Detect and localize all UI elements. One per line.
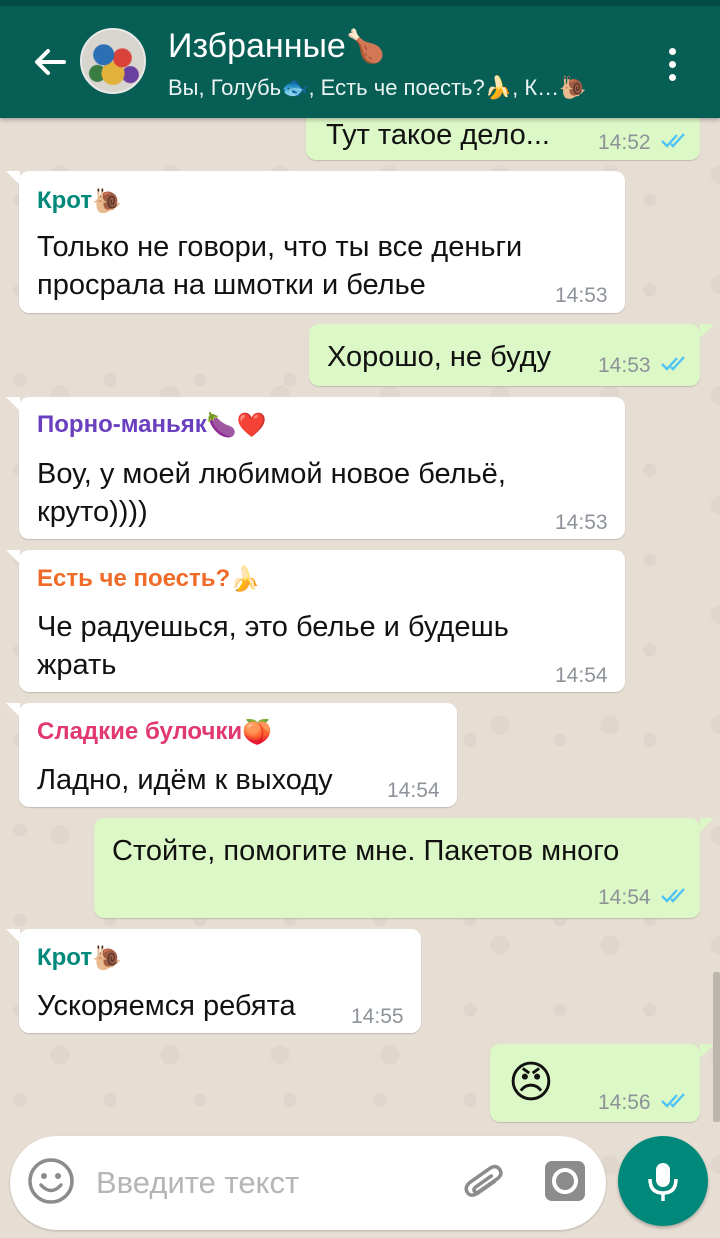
message-incoming[interactable]: Порно-маньяк🍆❤️ Воу, у моей любимой ново… — [19, 397, 625, 539]
sender-name: Есть че поесть?🍌 — [37, 565, 261, 593]
sender-name: Порно-маньяк🍆❤️ — [37, 411, 267, 439]
message-outgoing[interactable]: Хорошо, не буду 14:53 — [309, 324, 700, 386]
scrollbar[interactable] — [713, 972, 720, 1122]
message-incoming[interactable]: Крот🐌 Только не говори, что ты все деньг… — [19, 171, 625, 313]
message-outgoing[interactable]: Стойте, помогите мне. Пакетов много 14:5… — [94, 818, 700, 918]
attach-icon[interactable] — [460, 1158, 510, 1208]
message-text: Ладно, идём к выходу — [37, 764, 333, 796]
message-input[interactable]: Введите текст — [96, 1164, 299, 1202]
message-time: 14:56 — [598, 1091, 651, 1114]
bubble-tail — [6, 550, 20, 564]
bubble-tail — [6, 929, 20, 943]
message-time: 14:52 — [598, 131, 651, 154]
camera-icon[interactable] — [542, 1158, 588, 1204]
message-outgoing[interactable]: 😠 14:56 — [490, 1044, 700, 1122]
emoji-icon[interactable] — [26, 1156, 76, 1206]
message-text: Хорошо, не буду — [327, 341, 552, 373]
message-text: Стойте, помогите мне. Пакетов много — [112, 835, 620, 867]
bubble-tail — [700, 818, 714, 832]
message-time: 14:54 — [598, 886, 651, 909]
read-receipt-icon — [661, 1093, 685, 1108]
message-text: Ускоряемся ребята — [37, 990, 296, 1022]
message-text: Воу, у моей любимой новое бельё, — [37, 458, 506, 490]
read-receipt-icon — [661, 356, 685, 371]
message-text: Че радуешься, это белье и будешь — [37, 611, 509, 643]
message-text: жрать — [37, 649, 117, 681]
back-arrow-icon[interactable] — [28, 40, 72, 84]
read-receipt-icon — [661, 888, 685, 903]
message-emoji: 😠 — [508, 1058, 554, 1107]
bubble-tail — [700, 324, 714, 338]
message-time: 14:53 — [555, 511, 608, 534]
message-incoming[interactable]: Сладкие булочки🍑 Ладно, идём к выходу 14… — [19, 703, 457, 807]
chat-title[interactable]: Избранные🍗 — [168, 26, 386, 66]
message-text: Только не говори, что ты все деньги — [37, 231, 523, 263]
message-incoming[interactable]: Есть че поесть?🍌 Че радуешься, это белье… — [19, 550, 625, 692]
menu-dots-icon[interactable] — [660, 48, 684, 88]
message-incoming[interactable]: Крот🐌 Ускоряемся ребята 14:55 — [19, 929, 421, 1033]
message-time: 14:55 — [351, 1005, 404, 1028]
sender-name: Крот🐌 — [37, 944, 123, 972]
bubble-tail — [6, 703, 20, 717]
message-text: круто)))) — [37, 496, 148, 528]
message-time: 14:54 — [387, 779, 440, 802]
mic-icon — [648, 1163, 678, 1201]
bubble-tail — [700, 1044, 714, 1058]
message-time: 14:53 — [598, 354, 651, 377]
mic-button[interactable] — [618, 1136, 708, 1226]
message-text: Тут такое дело... — [326, 119, 550, 151]
sender-name: Крот🐌 — [37, 187, 123, 215]
bubble-tail — [6, 397, 20, 411]
sender-name: Сладкие булочки🍑 — [37, 718, 273, 746]
chat-participants[interactable]: Вы, Голубь🐟, Есть че поесть?🍌, К…🐌 — [168, 74, 628, 102]
group-avatar[interactable] — [80, 28, 146, 94]
bubble-tail — [6, 171, 20, 185]
message-text: просрала на шмотки и белье — [37, 269, 426, 301]
read-receipt-icon — [661, 133, 685, 148]
chat-header[interactable]: Избранные🍗 Вы, Голубь🐟, Есть че поесть?🍌… — [0, 6, 720, 118]
message-time: 14:54 — [555, 664, 608, 687]
message-time: 14:53 — [555, 284, 608, 307]
